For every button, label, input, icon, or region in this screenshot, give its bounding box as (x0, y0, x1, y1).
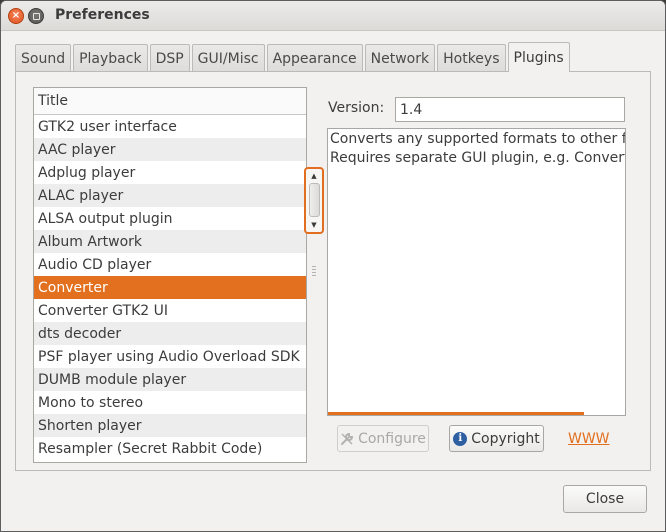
maximize-icon (32, 12, 40, 20)
tab-playback[interactable]: Playback (73, 44, 148, 72)
window-close-button[interactable]: × (8, 8, 24, 24)
description-line: Converts any supported formats to other … (330, 131, 626, 147)
plugin-list-scrollbar[interactable]: ▲ ▼ (304, 167, 324, 234)
info-icon: i (453, 431, 468, 446)
description-horizontal-scrollbar[interactable] (328, 412, 584, 415)
plugin-list-item[interactable]: Mono to stereo (34, 391, 306, 414)
preferences-window: × Preferences Sound Playback DSP GUI/Mis… (0, 0, 666, 532)
plugin-list-item[interactable]: Adplug player (34, 161, 306, 184)
tab-network[interactable]: Network (364, 44, 436, 72)
scroll-up-arrow-icon[interactable]: ▲ (306, 170, 322, 182)
plugin-list-item[interactable]: ALSA output plugin (34, 207, 306, 230)
configure-label: Configure (358, 430, 426, 447)
tab-appearance[interactable]: Appearance (266, 44, 363, 72)
plugin-list-item[interactable]: Album Artwork (34, 230, 306, 253)
wrench-icon (340, 432, 354, 446)
copyright-label: Copyright (471, 430, 540, 447)
tab-hotkeys[interactable]: Hotkeys (437, 44, 506, 72)
website-link[interactable]: WWW (568, 431, 610, 447)
plugin-description-box[interactable]: Converts any supported formats to other … (327, 128, 626, 416)
plugin-list-item[interactable]: Resampler (Secret Rabbit Code) (34, 437, 306, 460)
plugin-list-item[interactable]: dts decoder (34, 322, 306, 345)
tab-gui-misc[interactable]: GUI/Misc (191, 44, 265, 72)
scroll-down-arrow-icon[interactable]: ▼ (306, 219, 322, 231)
close-button[interactable]: Close (563, 485, 647, 513)
description-line: Requires separate GUI plugin, e.g. Conve… (330, 150, 626, 166)
plugin-list-item-selected[interactable]: Converter (34, 276, 306, 299)
version-field[interactable] (395, 97, 625, 122)
plugin-list-item[interactable]: Audio CD player (34, 253, 306, 276)
plugin-list-item[interactable]: ALAC player (34, 184, 306, 207)
title-bar: × Preferences (1, 1, 665, 31)
version-label: Version: (328, 100, 385, 116)
scrollbar-thumb[interactable] (309, 183, 320, 217)
pane-resize-grip-icon[interactable] (312, 266, 316, 276)
tab-plugins[interactable]: Plugins (507, 42, 570, 72)
tab-bar: Sound Playback DSP GUI/Misc Appearance N… (15, 42, 572, 72)
plugin-list-item[interactable]: Converter GTK2 UI (34, 299, 306, 322)
plugin-list-item[interactable]: Shorten player (34, 414, 306, 437)
window-title: Preferences (55, 7, 150, 23)
plugin-list-item[interactable]: AAC player (34, 138, 306, 161)
close-icon: × (11, 10, 21, 21)
configure-button[interactable]: Configure (337, 425, 429, 452)
tab-sound[interactable]: Sound (15, 44, 72, 72)
plugin-list-item[interactable]: DUMB module player (34, 368, 306, 391)
plugin-list-item[interactable]: PSF player using Audio Overload SDK (34, 345, 306, 368)
plugin-list-item[interactable]: GTK2 user interface (34, 115, 306, 138)
plugin-list[interactable]: Title GTK2 user interface AAC player Adp… (33, 87, 307, 463)
copyright-button[interactable]: i Copyright (449, 425, 544, 452)
tab-dsp[interactable]: DSP (149, 44, 190, 72)
window-maximize-button[interactable] (28, 8, 44, 24)
column-header-title[interactable]: Title (34, 88, 306, 115)
